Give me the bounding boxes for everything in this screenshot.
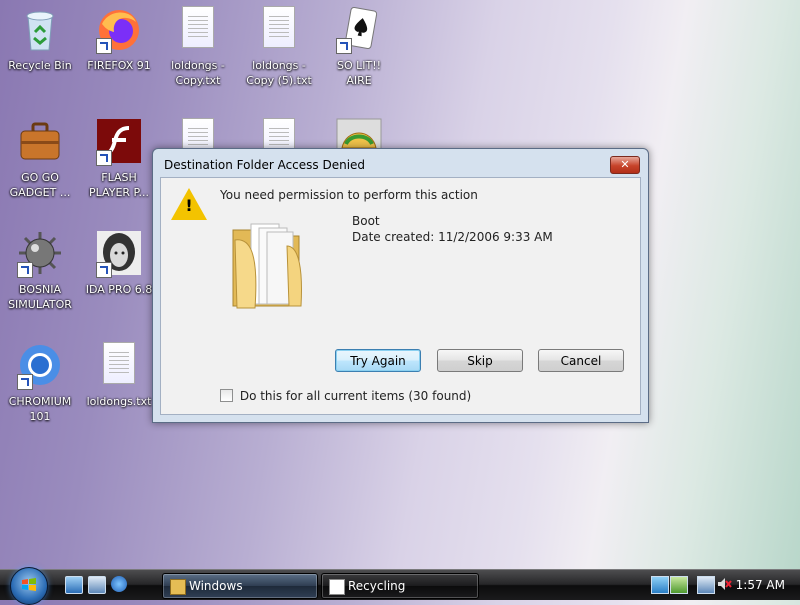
taskbar: Windows Recycling 1:57 AM (0, 567, 800, 605)
solitaire-icon (336, 6, 382, 54)
shortcut-overlay-icon (96, 262, 112, 278)
briefcase-icon (17, 118, 63, 164)
desktop-icon-loldongs-copy[interactable]: loldongs - Copy.txt (162, 4, 234, 88)
desktop-icon-label: Recycle Bin (8, 59, 72, 72)
permission-message: You need permission to perform this acti… (220, 188, 478, 202)
text-file-icon (175, 6, 221, 52)
internet-explorer-icon[interactable] (111, 576, 127, 592)
desktop-icon-firefox[interactable]: FIREFOX 91 (83, 4, 155, 73)
network-icon[interactable] (651, 576, 669, 594)
desktop-icon-label: CHROMIUM 101 (8, 395, 72, 423)
desktop-icon-chromium[interactable]: CHROMIUM 101 (4, 340, 76, 424)
text-file-icon (175, 118, 221, 150)
item-date-created: Date created: 11/2/2006 9:33 AM (352, 230, 553, 244)
try-again-button[interactable]: Try Again (335, 349, 421, 372)
taskbar-clock[interactable]: 1:57 AM (736, 570, 785, 600)
apply-to-all-checkbox[interactable]: Do this for all current items (30 found) (220, 388, 471, 403)
shortcut-overlay-icon (96, 38, 112, 54)
text-file-icon (256, 6, 302, 52)
text-file-icon (96, 342, 142, 388)
recycle-bin-icon (17, 6, 63, 52)
recycle-progress-icon (329, 579, 345, 595)
checkbox-box[interactable] (220, 389, 233, 402)
desktop-icon-loldongs[interactable]: loldongs.txt (83, 340, 155, 409)
dialog-title: Destination Folder Access Denied (164, 158, 366, 172)
desktop-icon-label: IDA PRO 6.8 (85, 283, 153, 296)
windows-start-icon (22, 578, 36, 591)
desktop-icon-label: GO GO GADGET ... (9, 171, 71, 199)
desktop-icon-flash-player[interactable]: FLASH PLAYER P... (83, 116, 155, 200)
desktop-icon-hidden-file-2[interactable] (243, 116, 315, 150)
mine-icon (17, 230, 63, 278)
show-desktop-icon[interactable] (65, 576, 83, 594)
desktop-icon-hidden-file-1[interactable] (162, 116, 234, 150)
skip-button[interactable]: Skip (437, 349, 523, 372)
taskbar-item-recycling[interactable]: Recycling (321, 573, 479, 599)
desktop-icon-go-go-gadget[interactable]: GO GO GADGET ... (4, 116, 76, 200)
dialog-body: ! You need permission to perform this ac… (160, 177, 641, 415)
desktop-icon-label: loldongs - Copy.txt (171, 59, 225, 87)
desktop-icon-loldongs-copy-5[interactable]: loldongs - Copy (5).txt (243, 4, 315, 88)
cancel-button[interactable]: Cancel (538, 349, 624, 372)
taskbar-item-windows[interactable]: Windows (162, 573, 318, 599)
access-denied-dialog: Destination Folder Access Denied ✕ ! You… (152, 148, 649, 423)
flash-player-icon (96, 118, 142, 166)
shortcut-overlay-icon (96, 150, 112, 166)
desktop-icon-label: FIREFOX 91 (87, 59, 151, 72)
taskbar-item-label: Windows (189, 579, 243, 593)
firefox-icon (96, 6, 142, 54)
ida-pro-icon (96, 230, 142, 278)
folder-icon (170, 579, 186, 595)
taskbar-item-label: Recycling (348, 579, 406, 593)
desktop-icon-ida-pro[interactable]: IDA PRO 6.8 (83, 228, 155, 297)
desktop-icon-label: FLASH PLAYER P... (89, 171, 149, 199)
desktop-icon-label: SO LIT!! AIRE (336, 59, 382, 87)
desktop-icon-label: loldongs - Copy (5).txt (246, 59, 312, 87)
item-name: Boot (352, 214, 380, 228)
display-icon[interactable] (697, 576, 715, 594)
taco-icon (336, 118, 382, 150)
shortcut-overlay-icon (17, 262, 33, 278)
folder-icon (229, 210, 307, 310)
desktop-icon-label: BOSNIA SIMULATOR (8, 283, 72, 311)
start-button[interactable] (10, 567, 48, 605)
checkbox-label: Do this for all current items (30 found) (239, 388, 472, 403)
text-file-icon (256, 118, 302, 150)
close-icon: ✕ (620, 158, 630, 171)
chromium-icon (17, 342, 63, 390)
desktop-icon-bosnia-simulator[interactable]: BOSNIA SIMULATOR (4, 228, 76, 312)
shortcut-overlay-icon (17, 374, 33, 390)
switch-windows-icon[interactable] (88, 576, 106, 594)
desktop-icon-recycle-bin[interactable]: Recycle Bin (4, 4, 76, 73)
shortcut-overlay-icon (336, 38, 352, 54)
desktop-icon-label: loldongs.txt (86, 395, 152, 408)
desktop-icon-solitaire[interactable]: SO LIT!! AIRE (323, 4, 395, 88)
desktop-icon-hidden-taco[interactable] (323, 116, 395, 150)
network-status-icon[interactable] (670, 576, 688, 594)
close-button[interactable]: ✕ (610, 156, 640, 174)
volume-muted-icon[interactable] (716, 576, 732, 592)
